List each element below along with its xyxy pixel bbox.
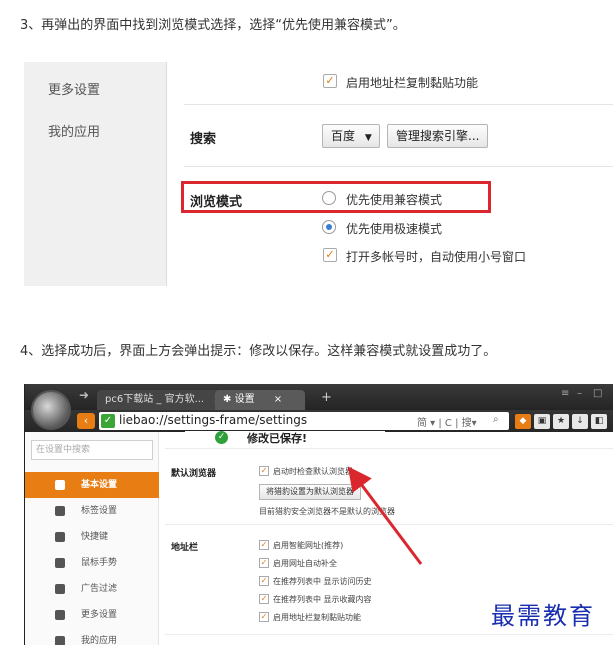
address-copy-paste-checkbox[interactable]: ✓ xyxy=(323,74,337,88)
red-arrow-annotation xyxy=(347,466,423,565)
chevron-down-icon: ▼ xyxy=(364,133,372,143)
divider xyxy=(184,166,613,167)
search-engine-value: 百度 xyxy=(331,129,356,143)
manage-search-engines-button[interactable]: 管理搜索引擎... xyxy=(387,124,489,148)
step-4-instruction: 4、选择成功后，界面上方会弹出提示：修改以保存。这样兼容模式就设置成功了。 xyxy=(20,344,497,359)
multi-account-checkbox[interactable]: ✓ xyxy=(323,248,337,262)
browser-screenshot-2: ➜ pc6下载站 _ 官方软... × ✱ 设置 × + ≡ – □ ‹ ✓ l… xyxy=(24,384,613,645)
sidebar-item-my-apps[interactable]: 我的应用 xyxy=(48,121,100,140)
highlight-box xyxy=(181,181,491,213)
search-engine-select[interactable]: 百度 ▼ xyxy=(322,124,380,148)
settings-sidebar: 更多设置 我的应用 xyxy=(24,62,167,286)
step-3-instruction: 3、再弹出的界面中找到浏览模式选择，选择“优先使用兼容模式”。 xyxy=(20,18,406,33)
divider xyxy=(184,104,613,105)
search-section-label: 搜索 xyxy=(190,132,217,147)
address-copy-paste-label: 启用地址栏复制黏贴功能 xyxy=(346,76,479,90)
multi-account-label: 打开多帐号时，自动使用小号窗口 xyxy=(346,250,527,264)
speed-mode-label: 优先使用极速模式 xyxy=(346,222,443,236)
settings-screenshot-1: 更多设置 我的应用 ✓ 启用地址栏复制黏贴功能 搜索 百度 ▼ 管理搜索引擎..… xyxy=(24,62,613,286)
speed-mode-radio[interactable] xyxy=(322,220,336,234)
sidebar-item-more-settings[interactable]: 更多设置 xyxy=(48,79,100,98)
